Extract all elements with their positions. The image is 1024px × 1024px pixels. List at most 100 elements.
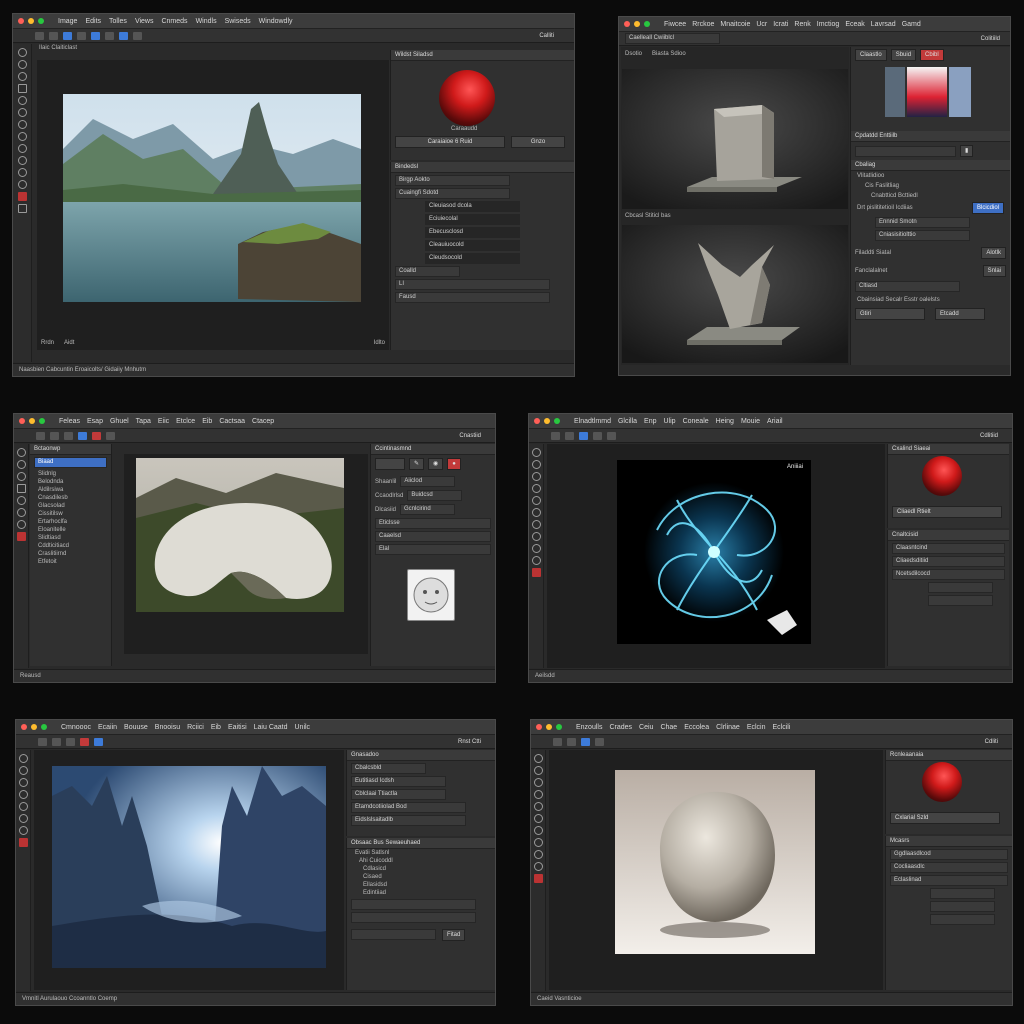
- document-tab[interactable]: Cdliti: [985, 739, 998, 745]
- crop-tool-icon[interactable]: [16, 484, 26, 493]
- minimize-window-button[interactable]: [544, 418, 550, 424]
- hand-tool-icon[interactable]: [17, 168, 27, 177]
- etcadd-button[interactable]: Etcadd: [935, 308, 985, 320]
- property-item[interactable]: Cisaed: [347, 873, 495, 881]
- lasso-tool-icon[interactable]: [18, 754, 28, 763]
- stamp-tool-icon[interactable]: [18, 778, 28, 787]
- stamp-tool-icon[interactable]: [533, 778, 543, 787]
- record-icon[interactable]: ●: [447, 458, 461, 470]
- tool-option-button[interactable]: [553, 737, 562, 746]
- thumbnail[interactable]: [885, 67, 905, 117]
- property-value[interactable]: Buidcsd: [407, 490, 463, 501]
- property-field[interactable]: [928, 595, 993, 606]
- layer-item[interactable]: Biaad: [34, 457, 107, 468]
- folder-icon[interactable]: ▮: [960, 145, 974, 157]
- maximize-window-button[interactable]: [41, 724, 47, 730]
- menu-item[interactable]: Icrati: [773, 21, 788, 28]
- material-bar-button[interactable]: Cxlarial Szld: [890, 812, 1000, 824]
- menu-item[interactable]: Eclcili: [773, 724, 791, 731]
- close-window-button[interactable]: [536, 724, 542, 730]
- menu-item[interactable]: Rciici: [187, 724, 204, 731]
- list-item[interactable]: Cleauiuocold: [425, 240, 520, 251]
- tool-option-button[interactable]: [607, 431, 616, 440]
- dodge-tool-icon[interactable]: [17, 132, 27, 141]
- lasso-tool-icon[interactable]: [16, 448, 26, 457]
- menu-item[interactable]: Glcilla: [618, 418, 637, 425]
- tool-option-button[interactable]: [77, 31, 86, 40]
- maximize-window-button[interactable]: [554, 418, 560, 424]
- gradient-tool-icon[interactable]: [531, 508, 541, 517]
- property-field[interactable]: Fausd: [395, 292, 550, 303]
- menu-item[interactable]: Elnadtlmmd: [574, 418, 611, 425]
- maximize-window-button[interactable]: [38, 18, 44, 24]
- close-window-button[interactable]: [624, 21, 630, 27]
- tool-option-button[interactable]: [595, 737, 604, 746]
- tree-item[interactable]: Vlitatlidioo: [851, 171, 1010, 181]
- menu-item[interactable]: Esap: [87, 418, 103, 425]
- foreground-color-icon[interactable]: [17, 192, 27, 201]
- pen-tool-icon[interactable]: [17, 108, 27, 117]
- menu-item[interactable]: Lavrsad: [871, 21, 896, 28]
- canvas-area[interactable]: Aniiiai: [547, 444, 885, 668]
- tool-option-button[interactable]: [63, 31, 72, 40]
- text-tool-icon[interactable]: [533, 826, 543, 835]
- property-field[interactable]: Ggdlaasdlcod: [890, 849, 1008, 860]
- close-window-button[interactable]: [21, 724, 27, 730]
- panel-tab[interactable]: Sbuid: [890, 49, 917, 61]
- layer-item[interactable]: Etfetoit: [30, 558, 111, 566]
- menu-item[interactable]: Coneale: [683, 418, 709, 425]
- menu-item[interactable]: Eceak: [845, 21, 864, 28]
- list-item[interactable]: Eciuiecolal: [425, 214, 520, 225]
- menu-item[interactable]: Bnooisu: [155, 724, 180, 731]
- menu-item[interactable]: Ecaiin: [98, 724, 117, 731]
- tool-option-button[interactable]: [105, 31, 114, 40]
- menu-item[interactable]: Ucr: [756, 21, 767, 28]
- menu-item[interactable]: Mouie: [741, 418, 760, 425]
- property-field[interactable]: [928, 582, 993, 593]
- property-field[interactable]: Cocliaasdlc: [890, 862, 1008, 873]
- tool-option-button[interactable]: [66, 737, 75, 746]
- menu-item[interactable]: Edits: [85, 18, 101, 25]
- minimize-window-button[interactable]: [634, 21, 640, 27]
- property-field[interactable]: [930, 901, 995, 912]
- zoom-tool-icon[interactable]: [17, 180, 27, 189]
- property-field[interactable]: Caaelsd: [375, 531, 491, 542]
- stamp-tool-icon[interactable]: [17, 72, 27, 81]
- property-field[interactable]: Cuaingfi Sdotd: [395, 188, 510, 199]
- menu-item[interactable]: Heing: [716, 418, 734, 425]
- tool-option-button[interactable]: [579, 431, 588, 440]
- adjustment-row[interactable]: Cblclaai Ttiactla: [351, 789, 446, 800]
- foreground-color-icon[interactable]: [16, 532, 26, 541]
- menu-item[interactable]: Eaitisi: [228, 724, 247, 731]
- tree-item[interactable]: Drt pislititetioil Icdiias: [857, 205, 972, 211]
- shape-tool-icon[interactable]: [531, 532, 541, 541]
- tool-option-button[interactable]: [38, 737, 47, 746]
- menu-item[interactable]: Enzoulls: [576, 724, 602, 731]
- foreground-color-icon[interactable]: [18, 838, 28, 847]
- layer-item[interactable]: Craslitiirnd: [30, 550, 111, 558]
- property-field[interactable]: [351, 929, 436, 940]
- tool-option-button[interactable]: [64, 431, 73, 440]
- eraser-tool-icon[interactable]: [533, 790, 543, 799]
- eraser-tool-icon[interactable]: [17, 96, 27, 105]
- tool-option-button[interactable]: [92, 431, 101, 440]
- brush-tool-icon[interactable]: [16, 460, 26, 469]
- list-item[interactable]: Cleudsocold: [425, 253, 520, 264]
- tool-option-button[interactable]: [133, 31, 142, 40]
- tool-option-button[interactable]: [80, 737, 89, 746]
- property-item[interactable]: Edintiiad: [347, 889, 495, 897]
- tool-option-button[interactable]: [52, 737, 61, 746]
- close-window-button[interactable]: [18, 18, 24, 24]
- maximize-window-button[interactable]: [556, 724, 562, 730]
- layer-item[interactable]: Cissitilsw: [30, 510, 111, 518]
- document-tab[interactable]: Rnst Ctti: [458, 739, 481, 745]
- brush-tool-icon[interactable]: [531, 460, 541, 469]
- layer-item[interactable]: Cddticitiacd: [30, 542, 111, 550]
- property-field[interactable]: Cliaedsditiid: [892, 556, 1005, 567]
- document-tab[interactable]: Cnastiid: [459, 433, 481, 439]
- list-item[interactable]: Cleuiasod dcola: [425, 201, 520, 212]
- adjustment-row[interactable]: Etamdcotiiolad Bod: [351, 802, 466, 813]
- maximize-window-button[interactable]: [39, 418, 45, 424]
- layer-item[interactable]: Aldilrsiwa: [30, 486, 111, 494]
- tool-option-button[interactable]: [119, 31, 128, 40]
